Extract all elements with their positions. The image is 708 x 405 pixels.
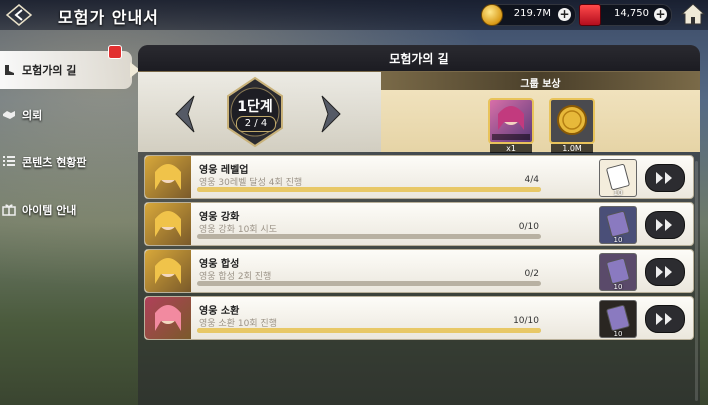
mission-reward-item[interactable]: 10 xyxy=(599,253,637,291)
mission-progress-bar xyxy=(197,234,541,239)
mission-hero-portrait xyxy=(145,297,191,339)
mission-row: 영웅 소환 영웅 소환 10회 진행 10/10 10 xyxy=(144,296,694,340)
reward-count: 1.0M xyxy=(551,144,593,153)
mission-progress-count: 0/10 xyxy=(518,222,539,232)
gem-currency: 14,750 + xyxy=(579,4,672,26)
prev-stage-button[interactable] xyxy=(170,94,198,134)
nav-item-request[interactable]: 의뢰 xyxy=(0,101,132,129)
next-stage-button[interactable] xyxy=(318,94,346,134)
mission-hero-portrait xyxy=(145,203,191,245)
panel-title: 모험가의 길 xyxy=(389,52,449,66)
nav-item-item-guide[interactable]: 아이템 안내 xyxy=(0,196,132,224)
mission-title: 영웅 합성 xyxy=(199,259,240,270)
add-gold-button[interactable]: + xyxy=(558,8,571,21)
reward-count: 10 xyxy=(613,283,623,291)
gold-reward-item[interactable]: 1.0M xyxy=(549,98,595,153)
double-arrow-icon xyxy=(656,219,672,231)
reward-count: 10 xyxy=(613,330,623,338)
mission-title: 영웅 레벨업 xyxy=(199,165,249,176)
reward-count: 10 xyxy=(613,189,623,197)
gold-currency: 219.7M + xyxy=(481,4,576,26)
double-arrow-icon xyxy=(656,172,672,184)
home-button[interactable] xyxy=(680,1,706,27)
nav-label: 의뢰 xyxy=(22,109,43,122)
nav-label: 콘텐츠 현황판 xyxy=(22,156,87,169)
mission-row: 영웅 레벨업 영웅 30레벨 달성 4회 진행 4/4 10 xyxy=(144,155,694,199)
mission-title: 영웅 소환 xyxy=(199,306,240,317)
hero-reward-item[interactable]: x1 xyxy=(488,98,534,153)
hero-portrait-icon xyxy=(492,106,530,140)
group-reward-header: 그룹 보상 xyxy=(381,72,700,90)
mission-progress-bar xyxy=(197,328,541,333)
gift-icon xyxy=(2,204,16,216)
nav-label: 모험가의 길 xyxy=(22,64,77,77)
boot-icon xyxy=(5,65,14,75)
double-arrow-icon xyxy=(656,313,672,325)
notification-badge xyxy=(108,45,122,59)
hero-icon xyxy=(155,305,181,331)
mission-reward-item[interactable]: 10 xyxy=(599,300,637,338)
go-button[interactable] xyxy=(645,164,685,192)
nav-label: 아이템 안내 xyxy=(22,204,77,217)
page-title: 모험가 안내서 xyxy=(58,8,159,27)
hero-icon xyxy=(155,164,181,190)
adventurer-road-panel: 모험가의 길 1단계 2 / 4 그룹 보상 x1 1.0M 영웅 레벨업 영웅… xyxy=(138,45,700,405)
nav-item-content-status[interactable]: 콘텐츠 현황판 xyxy=(0,148,132,176)
reward-count: x1 xyxy=(490,144,532,153)
gold-amount: 219.7M xyxy=(513,8,551,19)
mission-progress-count: 10/10 xyxy=(513,316,539,326)
mission-progress-count: 0/2 xyxy=(524,269,539,279)
mission-reward-item[interactable]: 10 xyxy=(599,206,637,244)
group-reward-title: 그룹 보상 xyxy=(520,79,561,90)
hero-icon xyxy=(155,258,181,284)
nav-item-adventurer-road[interactable]: 모험가의 길 xyxy=(0,45,140,89)
stage-name: 1단계 xyxy=(237,99,273,115)
reward-count: 10 xyxy=(613,236,623,244)
go-button[interactable] xyxy=(645,258,685,286)
handshake-icon xyxy=(3,111,15,119)
scrollbar[interactable] xyxy=(695,161,698,401)
mission-hero-portrait xyxy=(145,250,191,292)
double-arrow-icon xyxy=(656,266,672,278)
hero-icon xyxy=(155,211,181,237)
mission-hero-portrait xyxy=(145,156,191,198)
mission-progress-fill xyxy=(197,328,541,333)
mission-row: 영웅 강화 영웅 강화 10회 시도 0/10 10 xyxy=(144,202,694,246)
stage-progress: 2 / 4 xyxy=(236,116,276,132)
top-bar: 모험가 안내서 219.7M + 14,750 + xyxy=(0,0,708,30)
go-button[interactable] xyxy=(645,305,685,333)
go-button[interactable] xyxy=(645,211,685,239)
gold-coin-icon xyxy=(481,4,503,26)
mission-progress-count: 4/4 xyxy=(524,175,539,185)
mission-row: 영웅 합성 영웅 합성 2회 진행 0/2 10 xyxy=(144,249,694,293)
list-icon xyxy=(3,156,15,166)
group-reward-box: 그룹 보상 x1 1.0M xyxy=(381,72,700,153)
panel-header: 모험가의 길 xyxy=(138,45,700,72)
mission-reward-item[interactable]: 10 xyxy=(599,159,637,197)
back-arrow-icon xyxy=(5,4,33,26)
mission-progress-fill xyxy=(197,187,541,192)
mission-progress-bar xyxy=(197,187,541,192)
mission-progress-bar xyxy=(197,281,541,286)
gem-icon xyxy=(579,4,601,26)
back-button[interactable] xyxy=(4,3,34,27)
gold-coin-icon xyxy=(557,105,587,135)
home-icon xyxy=(680,3,706,25)
mission-title: 영웅 강화 xyxy=(199,212,240,223)
add-gem-button[interactable]: + xyxy=(654,8,667,21)
gem-amount: 14,750 xyxy=(614,8,649,19)
